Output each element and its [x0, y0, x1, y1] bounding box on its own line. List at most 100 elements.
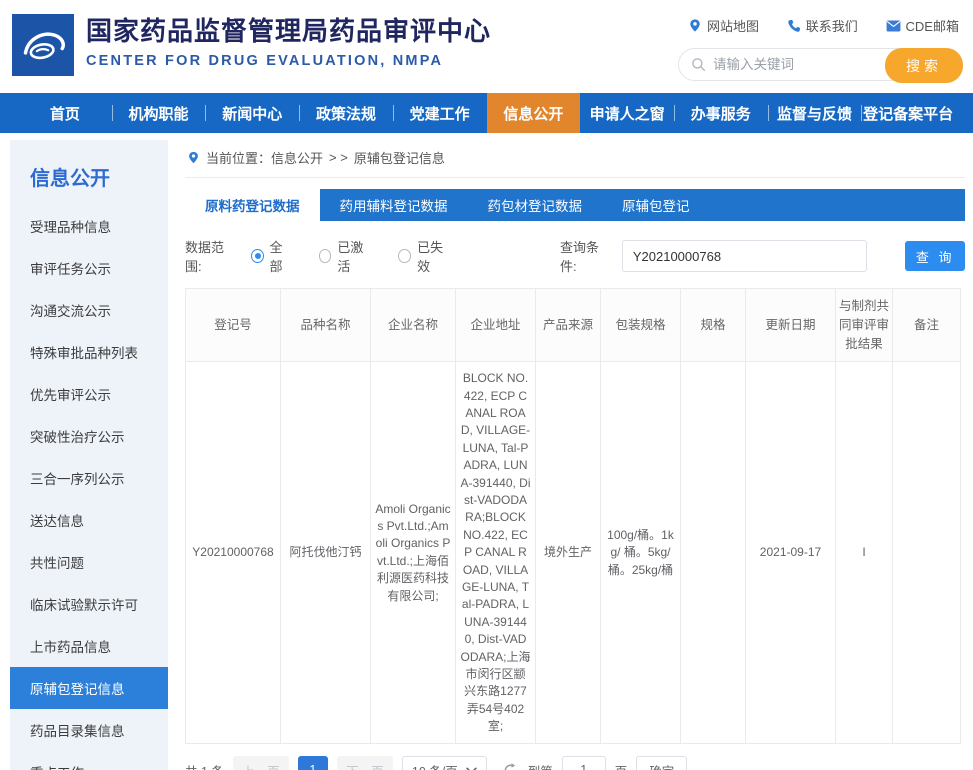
sidebar-item-communication[interactable]: 沟通交流公示 [10, 289, 168, 331]
site-title-block: 国家药品监督管理局药品审评中心 CENTER FOR DRUG EVALUATI… [86, 14, 491, 69]
site-header: 国家药品监督管理局药品审评中心 CENTER FOR DRUG EVALUATI… [0, 0, 973, 93]
nav-item-party[interactable]: 党建工作 [393, 93, 487, 133]
main-nav: 首页 机构职能 新闻中心 政策法规 党建工作 信息公开 申请人之窗 办事服务 监… [0, 93, 973, 133]
radio-activated-dot [319, 249, 332, 263]
tab-raw-aux-pack-registration[interactable]: 原辅包登记 [602, 189, 710, 221]
radio-all-label: 全部 [270, 237, 293, 275]
body: 信息公开 受理品种信息 审评任务公示 沟通交流公示 特殊审批品种列表 优先审评公… [0, 133, 973, 770]
search-button[interactable]: 搜索 [885, 48, 963, 83]
breadcrumb-prefix[interactable]: 当前位置：信息公开 [206, 148, 323, 167]
cell-packaging-spec: 100g/桶。1kg/ 桶。5kg/ 桶。25kg/桶 [601, 362, 681, 744]
sidebar: 信息公开 受理品种信息 审评任务公示 沟通交流公示 特殊审批品种列表 优先审评公… [10, 140, 168, 770]
breadcrumb-pin-icon [187, 150, 200, 165]
jump-label: 到第 [528, 761, 553, 770]
header-right: 网站地图 联系我们 CDE邮箱 [678, 14, 963, 81]
tab-packaging-data[interactable]: 药包材登记数据 [468, 189, 603, 221]
jump-unit: 页 [615, 761, 628, 770]
cell-variety-name: 阿托伐他汀钙 [281, 362, 371, 744]
sidebar-title: 信息公开 [10, 154, 168, 205]
cell-update-date: 2021-09-17 [746, 362, 836, 744]
nav-item-news[interactable]: 新闻中心 [205, 93, 299, 133]
breadcrumb-current: 原辅包登记信息 [354, 148, 445, 167]
sidebar-item-review-tasks[interactable]: 审评任务公示 [10, 247, 168, 289]
nav-item-org[interactable]: 机构职能 [112, 93, 206, 133]
sidebar-item-three-in-one[interactable]: 三合一序列公示 [10, 457, 168, 499]
pagination: 共 1 条 上一页 1 下一页 10 条/页 到第 页 确定 [185, 756, 965, 770]
filter-row: 数据范围: 全部 已激活 已失效 查询条件: [185, 237, 965, 275]
nav-item-applicant[interactable]: 申请人之窗 [580, 93, 674, 133]
nav-item-info-disclosure[interactable]: 信息公开 [487, 93, 581, 133]
sidebar-item-raw-aux-pack[interactable]: 原辅包登记信息 [10, 667, 168, 709]
sidebar-item-priority-review[interactable]: 优先审评公示 [10, 373, 168, 415]
table-header-row: 登记号 品种名称 企业名称 企业地址 产品来源 包装规格 规格 更新日期 与制剂… [186, 289, 961, 362]
radio-activated[interactable]: 已激活 [319, 237, 373, 275]
mail-icon [886, 20, 901, 32]
cde-logo [12, 14, 74, 76]
page-size-value: 10 条/页 [412, 761, 458, 770]
query-input[interactable] [622, 240, 868, 272]
sidebar-item-delivery-info[interactable]: 送达信息 [10, 499, 168, 541]
col-joint-review-result: 与制剂共同审评审批结果 [836, 289, 893, 362]
page: 国家药品监督管理局药品审评中心 CENTER FOR DRUG EVALUATI… [0, 0, 973, 770]
site-title-cn: 国家药品监督管理局药品审评中心 [86, 16, 491, 47]
sidebar-item-accepted-varieties[interactable]: 受理品种信息 [10, 205, 168, 247]
prev-page-button[interactable]: 上一页 [233, 756, 289, 770]
radio-expired-label: 已失效 [417, 237, 452, 275]
pagination-total: 共 1 条 [185, 761, 224, 770]
cell-remarks [893, 362, 961, 744]
radio-expired-dot [398, 249, 411, 263]
jump-page-input[interactable] [562, 756, 606, 770]
col-packaging-spec: 包装规格 [601, 289, 681, 362]
tab-bar: 原料药登记数据 药用辅料登记数据 药包材登记数据 原辅包登记 [185, 189, 965, 221]
site-title-en: CENTER FOR DRUG EVALUATION, NMPA [86, 53, 491, 69]
contact-link[interactable]: 联系我们 [787, 16, 858, 35]
radio-all[interactable]: 全部 [251, 237, 293, 275]
sidebar-item-breakthrough-therapy[interactable]: 突破性治疗公示 [10, 415, 168, 457]
sitemap-label: 网站地图 [707, 16, 759, 35]
sidebar-item-drug-catalog[interactable]: 药品目录集信息 [10, 709, 168, 751]
contact-label: 联系我们 [806, 16, 858, 35]
phone-icon [787, 19, 801, 33]
search-icon [691, 57, 706, 72]
col-variety-name: 品种名称 [281, 289, 371, 362]
radio-activated-label: 已激活 [337, 237, 372, 275]
nav-item-home[interactable]: 首页 [18, 93, 112, 133]
sidebar-item-common-issues[interactable]: 共性问题 [10, 541, 168, 583]
refresh-icon[interactable] [502, 762, 519, 770]
radio-expired[interactable]: 已失效 [398, 237, 452, 275]
content: 当前位置：信息公开 > > 原辅包登记信息 原料药登记数据 药用辅料登记数据 药… [185, 140, 965, 770]
page-number-1[interactable]: 1 [298, 756, 328, 770]
sitemap-link[interactable]: 网站地图 [688, 16, 759, 35]
query-search-button[interactable]: 查 询 [905, 241, 965, 271]
page-size-select[interactable]: 10 条/页 [402, 756, 487, 770]
nav-item-supervision[interactable]: 监督与反馈 [768, 93, 862, 133]
cell-product-origin: 境外生产 [536, 362, 601, 744]
col-remarks: 备注 [893, 289, 961, 362]
nav-item-policy[interactable]: 政策法规 [299, 93, 393, 133]
query-label: 查询条件: [560, 237, 612, 275]
tab-api-data[interactable]: 原料药登记数据 [185, 189, 320, 221]
col-spec: 规格 [681, 289, 746, 362]
breadcrumb: 当前位置：信息公开 > > 原辅包登记信息 [185, 140, 965, 178]
cell-company-name: Amoli Organics Pvt.Ltd.;Amoli Organics P… [371, 362, 456, 744]
nav-item-services[interactable]: 办事服务 [674, 93, 768, 133]
sidebar-item-clinical-trial[interactable]: 临床试验默示许可 [10, 583, 168, 625]
jump-confirm-button[interactable]: 确定 [636, 756, 687, 770]
site-search: 搜索 [678, 48, 963, 81]
col-company-address: 企业地址 [456, 289, 536, 362]
mail-link[interactable]: CDE邮箱 [886, 16, 959, 35]
sidebar-item-special-approval[interactable]: 特殊审批品种列表 [10, 331, 168, 373]
cell-joint-review-result: I [836, 362, 893, 744]
nav-item-registration-platform[interactable]: 登记备案平台 [861, 93, 955, 133]
scope-label: 数据范围: [185, 237, 237, 275]
cde-logo-icon [15, 17, 71, 73]
sidebar-item-key-work[interactable]: 重点工作 [10, 751, 168, 770]
sidebar-item-marketed-drugs[interactable]: 上市药品信息 [10, 625, 168, 667]
next-page-button[interactable]: 下一页 [337, 756, 393, 770]
cell-registration-no: Y20210000768 [186, 362, 281, 744]
cell-spec [681, 362, 746, 744]
table-row: Y20210000768 阿托伐他汀钙 Amoli Organics Pvt.L… [186, 362, 961, 744]
tab-excipient-data[interactable]: 药用辅料登记数据 [320, 189, 468, 221]
scope-radio-group: 全部 已激活 已失效 [251, 237, 452, 275]
col-company-name: 企业名称 [371, 289, 456, 362]
